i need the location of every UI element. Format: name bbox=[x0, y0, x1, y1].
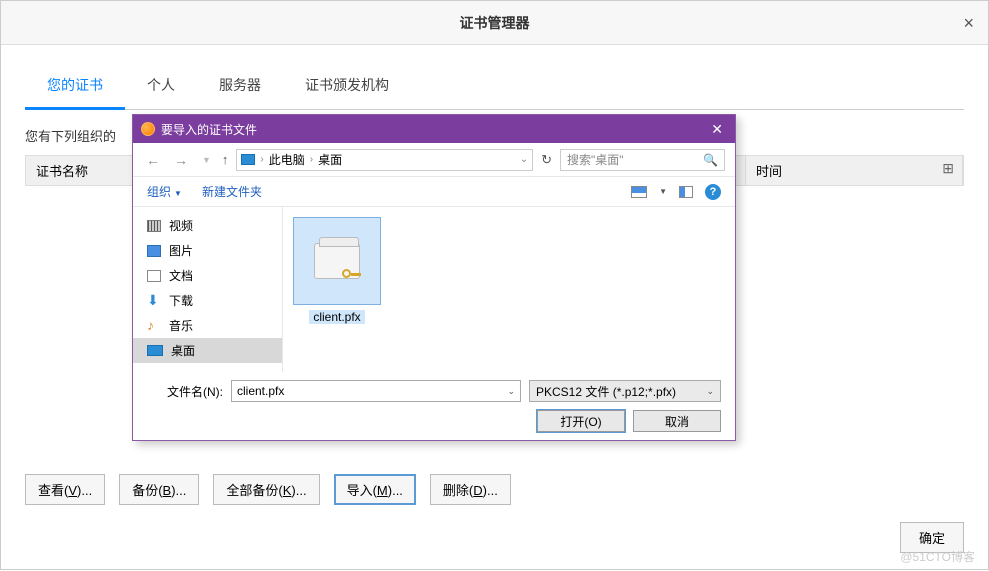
tab-servers[interactable]: 服务器 bbox=[197, 63, 283, 109]
tab-authorities[interactable]: 证书颁发机构 bbox=[283, 63, 411, 109]
file-picker-title: 要导入的证书文件 bbox=[161, 121, 707, 138]
document-icon bbox=[147, 270, 161, 282]
path-folder[interactable]: 桌面 bbox=[318, 151, 342, 168]
close-icon[interactable]: ✕ bbox=[707, 121, 727, 138]
sidebar-item-documents[interactable]: 文档 bbox=[133, 263, 282, 288]
file-picker-titlebar: 要导入的证书文件 ✕ bbox=[133, 115, 735, 143]
file-list[interactable]: client.pfx bbox=[283, 207, 735, 372]
chevron-down-icon[interactable]: ⌄ bbox=[507, 386, 515, 397]
sidebar-item-desktop[interactable]: 桌面 bbox=[133, 338, 282, 363]
cert-manager-titlebar: 证书管理器 × bbox=[1, 1, 988, 45]
file-picker-nav: ← → ▼ ↑ › 此电脑 › 桌面 ⌄ ↻ 搜索"桌面" 🔍 bbox=[133, 143, 735, 177]
backup-button[interactable]: 备份(B)... bbox=[119, 474, 199, 505]
column-expand-icon[interactable]: ⊞ bbox=[942, 160, 954, 177]
video-icon bbox=[147, 220, 161, 232]
file-picker-main: 视频 图片 文档 ⬇下载 ♪音乐 桌面 client.pfx bbox=[133, 207, 735, 372]
file-picker-toolbar: 组织▼ 新建文件夹 ▼ ? bbox=[133, 177, 735, 207]
tab-bar: 您的证书 个人 服务器 证书颁发机构 bbox=[25, 63, 964, 110]
backup-all-button[interactable]: 全部备份(K)... bbox=[213, 474, 319, 505]
up-icon[interactable]: ↑ bbox=[222, 152, 229, 167]
watermark: @51CTO博客 bbox=[900, 548, 975, 565]
forward-icon[interactable]: → bbox=[171, 152, 191, 168]
filename-input[interactable]: client.pfx ⌄ bbox=[231, 380, 521, 402]
file-filter-dropdown[interactable]: PKCS12 文件 (*.p12;*.pfx) ⌄ bbox=[529, 380, 721, 402]
search-icon: 🔍 bbox=[703, 153, 718, 167]
col-expire[interactable]: 时间 ⊞ bbox=[746, 156, 963, 185]
chevron-right-icon: › bbox=[310, 154, 313, 165]
chevron-down-icon: ⌄ bbox=[706, 386, 714, 397]
organize-menu[interactable]: 组织▼ bbox=[147, 183, 182, 200]
path-root[interactable]: 此电脑 bbox=[269, 151, 305, 168]
file-item[interactable]: client.pfx bbox=[293, 217, 381, 324]
sidebar-item-music[interactable]: ♪音乐 bbox=[133, 313, 282, 338]
view-button[interactable]: 查看(V)... bbox=[25, 474, 105, 505]
cancel-button[interactable]: 取消 bbox=[633, 410, 721, 432]
preview-pane-icon[interactable] bbox=[679, 186, 693, 198]
picture-icon bbox=[147, 245, 161, 257]
filename-label: 文件名(N): bbox=[147, 383, 223, 400]
cert-action-buttons: 查看(V)... 备份(B)... 全部备份(K)... 导入(M)... 删除… bbox=[25, 474, 511, 505]
cert-manager-title: 证书管理器 bbox=[460, 13, 530, 33]
recent-icon[interactable]: ▼ bbox=[199, 155, 214, 165]
sidebar-item-downloads[interactable]: ⬇下载 bbox=[133, 288, 282, 313]
firefox-icon bbox=[141, 122, 155, 136]
search-input[interactable]: 搜索"桌面" 🔍 bbox=[560, 149, 725, 171]
open-button[interactable]: 打开(O) bbox=[537, 410, 625, 432]
file-picker-dialog: 要导入的证书文件 ✕ ← → ▼ ↑ › 此电脑 › 桌面 ⌄ ↻ 搜索"桌面"… bbox=[132, 114, 736, 441]
back-icon[interactable]: ← bbox=[143, 152, 163, 168]
path-bar[interactable]: › 此电脑 › 桌面 ⌄ bbox=[236, 149, 533, 171]
help-icon[interactable]: ? bbox=[705, 184, 721, 200]
file-picker-sidebar: 视频 图片 文档 ⬇下载 ♪音乐 桌面 bbox=[133, 207, 283, 372]
certificate-file-icon bbox=[314, 243, 360, 279]
view-mode-icon[interactable] bbox=[631, 186, 647, 198]
file-name: client.pfx bbox=[309, 310, 364, 324]
close-icon[interactable]: × bbox=[963, 13, 974, 34]
file-picker-bottom: 文件名(N): client.pfx ⌄ PKCS12 文件 (*.p12;*.… bbox=[133, 372, 735, 440]
search-placeholder: 搜索"桌面" bbox=[567, 151, 624, 168]
chevron-down-icon[interactable]: ⌄ bbox=[520, 154, 528, 165]
import-button[interactable]: 导入(M)... bbox=[334, 474, 416, 505]
delete-button[interactable]: 删除(D)... bbox=[430, 474, 511, 505]
new-folder-button[interactable]: 新建文件夹 bbox=[202, 183, 262, 200]
chevron-down-icon[interactable]: ▼ bbox=[659, 187, 667, 196]
tab-your-certs[interactable]: 您的证书 bbox=[25, 63, 125, 110]
sidebar-item-pictures[interactable]: 图片 bbox=[133, 238, 282, 263]
download-icon: ⬇ bbox=[147, 295, 161, 307]
desktop-icon bbox=[147, 345, 163, 356]
refresh-icon[interactable]: ↻ bbox=[541, 152, 552, 168]
chevron-right-icon: › bbox=[260, 154, 263, 165]
tab-personal[interactable]: 个人 bbox=[125, 63, 197, 109]
music-icon: ♪ bbox=[147, 320, 161, 332]
computer-icon bbox=[241, 154, 255, 165]
sidebar-item-video[interactable]: 视频 bbox=[133, 213, 282, 238]
file-thumbnail bbox=[293, 217, 381, 305]
